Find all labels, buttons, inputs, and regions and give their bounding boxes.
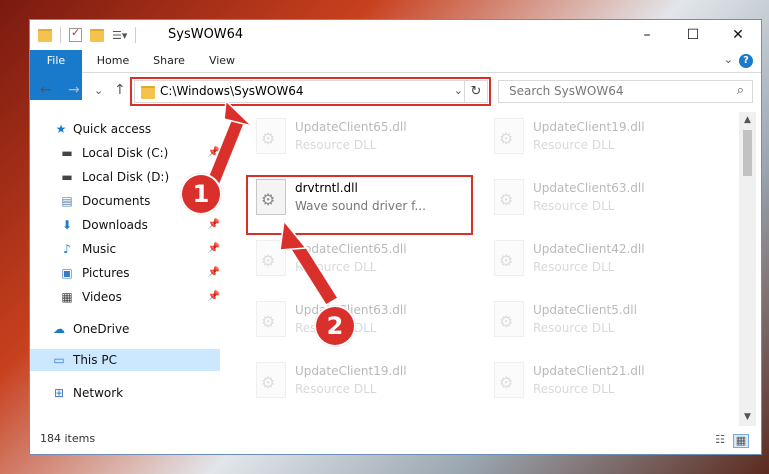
step-2-badge: 2: [314, 305, 356, 347]
annotation-arrows: [206, 99, 340, 307]
arrow-2-head: [279, 219, 308, 251]
arrow-2-shaft: [288, 239, 340, 307]
arrow-1-head: [223, 99, 255, 128]
step-1-badge: 1: [180, 173, 222, 215]
